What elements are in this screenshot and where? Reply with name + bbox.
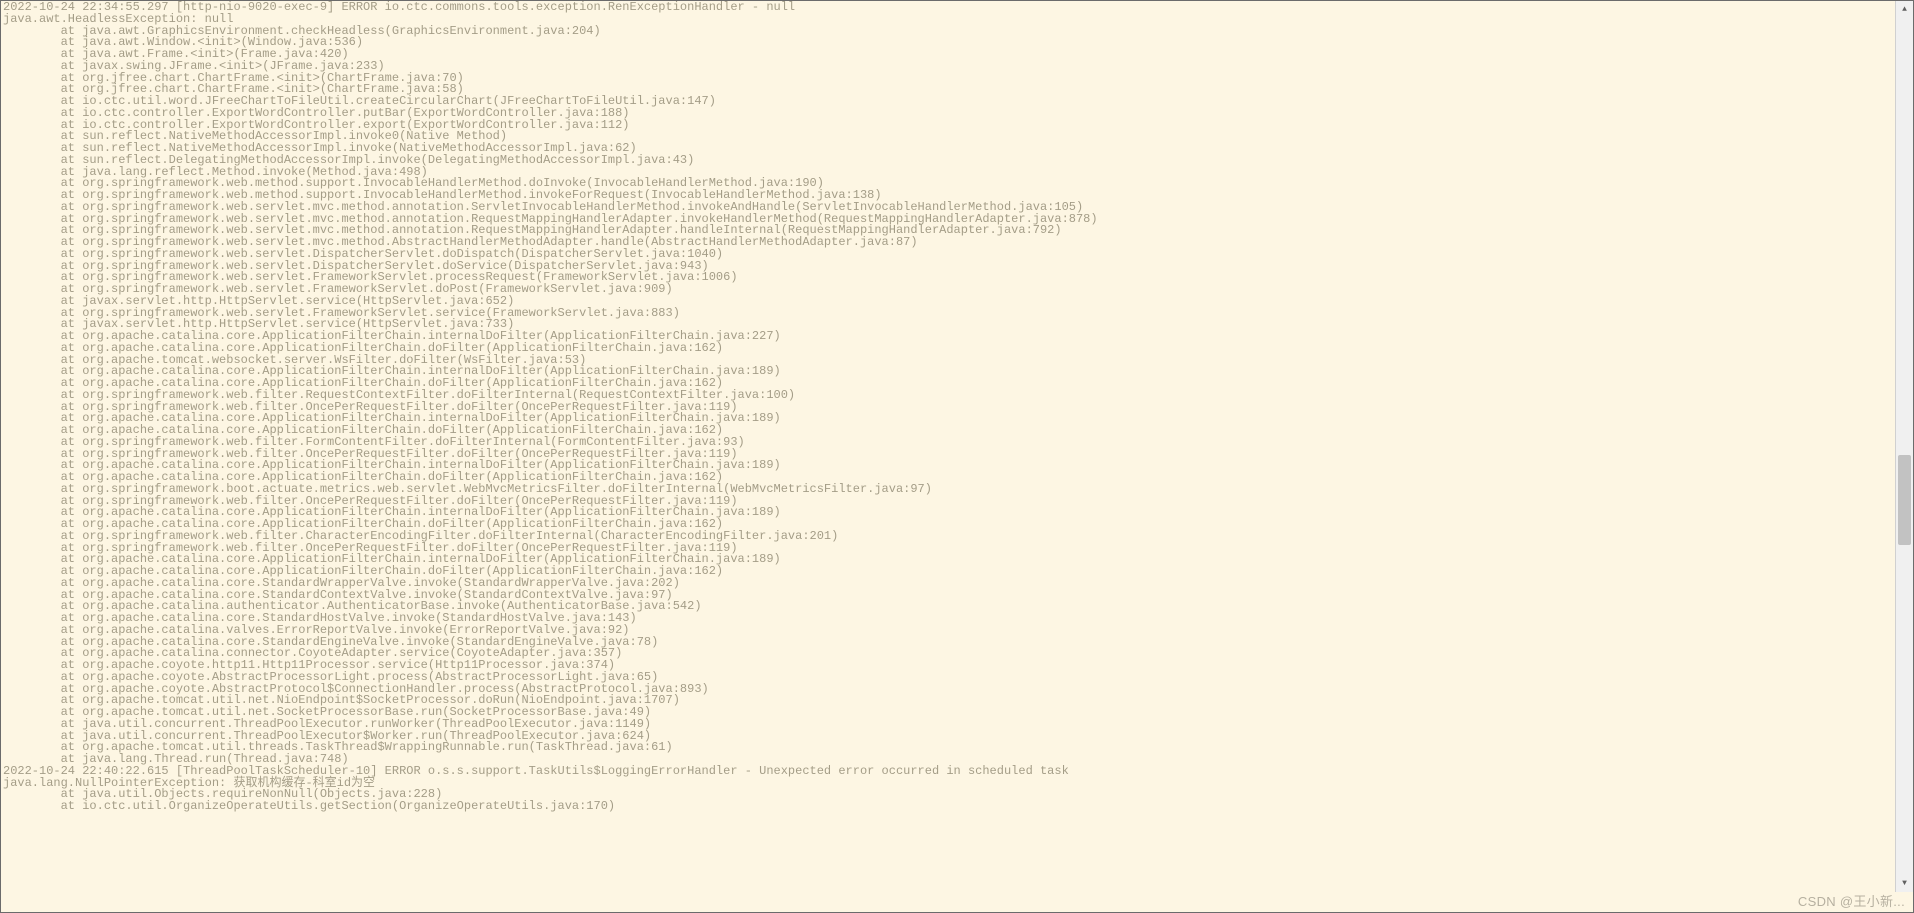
- log-line: 2022-10-24 22:34:55.297 [http-nio-9020-e…: [3, 2, 1894, 14]
- stack-trace-log[interactable]: 2022-10-24 22:34:55.297 [http-nio-9020-e…: [1, 1, 1896, 892]
- scrollbar-thumb[interactable]: [1898, 455, 1911, 545]
- log-line: at io.ctc.util.OrganizeOperateUtils.getS…: [3, 801, 1894, 813]
- scrollbar-track[interactable]: [1896, 18, 1913, 875]
- log-viewport: 2022-10-24 22:34:55.297 [http-nio-9020-e…: [0, 0, 1914, 913]
- vertical-scrollbar[interactable]: ▲ ▼: [1895, 1, 1913, 892]
- scroll-up-icon[interactable]: ▲: [1896, 1, 1913, 18]
- csdn-watermark: CSDN @王小新...: [1798, 891, 1905, 910]
- scroll-down-icon[interactable]: ▼: [1896, 875, 1913, 892]
